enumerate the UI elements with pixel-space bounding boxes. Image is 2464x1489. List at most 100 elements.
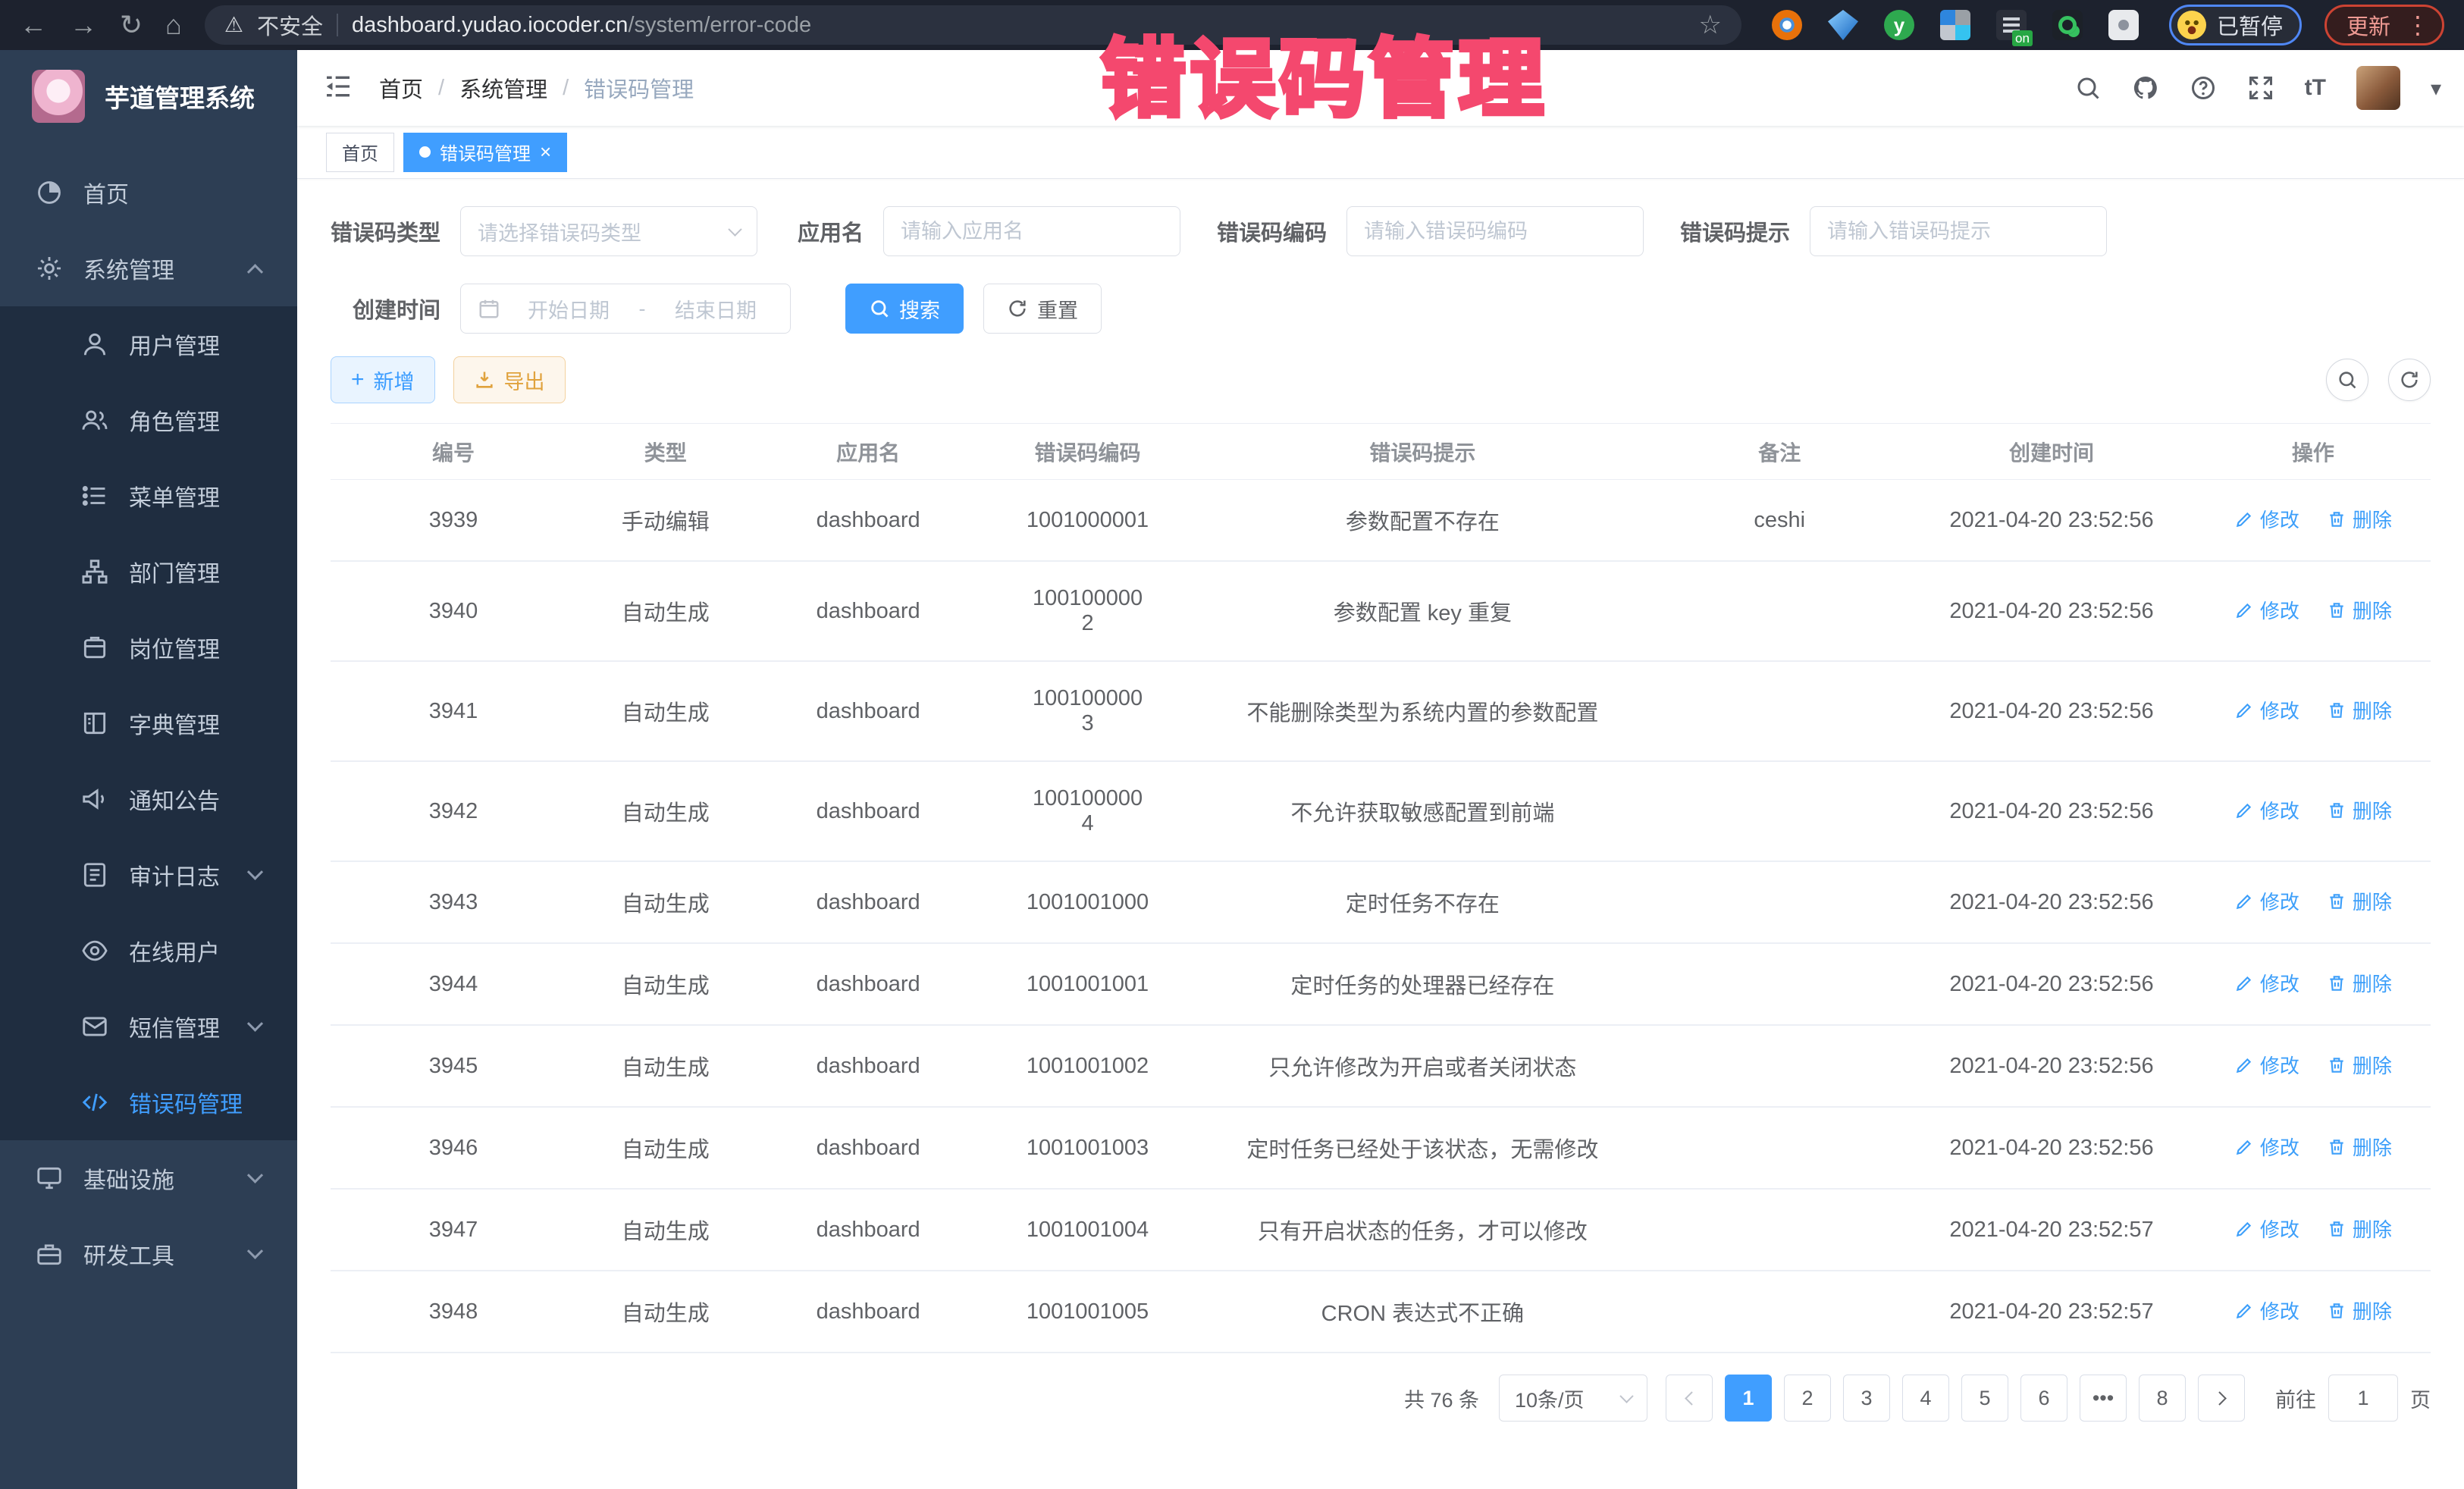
page-size-select[interactable]: 10条/页 bbox=[1499, 1375, 1647, 1422]
fullscreen-icon[interactable] bbox=[2247, 74, 2274, 102]
edit-link[interactable]: 修改 bbox=[2234, 1133, 2299, 1161]
refresh-table-button[interactable] bbox=[2388, 359, 2431, 401]
close-icon[interactable] bbox=[540, 140, 551, 164]
github-icon[interactable] bbox=[2132, 74, 2159, 102]
dark-on-extension-icon[interactable] bbox=[1996, 10, 2027, 40]
browser-update-button[interactable]: 更新 bbox=[2324, 5, 2444, 45]
sidebar-item-sms-mgmt[interactable]: 短信管理 bbox=[0, 989, 297, 1064]
address-bar[interactable]: 不安全 dashboard.yudao.iocoder.cn/system/er… bbox=[205, 5, 1741, 45]
cell-id: 3948 bbox=[331, 1271, 576, 1353]
edit-link[interactable]: 修改 bbox=[2234, 1051, 2299, 1079]
sidebar-item-infrastructure[interactable]: 基础设施 bbox=[0, 1140, 297, 1216]
delete-link[interactable]: 删除 bbox=[2327, 796, 2392, 824]
sidebar-item-dict-mgmt[interactable]: 字典管理 bbox=[0, 685, 297, 761]
home-icon[interactable] bbox=[165, 11, 182, 39]
hamburger-icon[interactable] bbox=[297, 71, 379, 105]
delete-link[interactable]: 删除 bbox=[2327, 1133, 2392, 1161]
edit-link[interactable]: 修改 bbox=[2234, 696, 2299, 724]
delete-link[interactable]: 删除 bbox=[2327, 887, 2392, 915]
page-button-active[interactable]: 1 bbox=[1725, 1375, 1772, 1422]
back-icon[interactable] bbox=[20, 11, 47, 39]
sidebar-item-user-mgmt[interactable]: 用户管理 bbox=[0, 306, 297, 382]
page-button[interactable]: 3 bbox=[1843, 1375, 1890, 1422]
page-button[interactable]: 6 bbox=[2020, 1375, 2067, 1422]
error-type-select[interactable]: 请选择错误码类型 bbox=[460, 206, 757, 256]
sidebar-item-error-code-mgmt[interactable]: 错误码管理 bbox=[0, 1064, 297, 1140]
puzzle-extension-icon[interactable] bbox=[2108, 10, 2139, 40]
breadcrumb-home[interactable]: 首页 bbox=[379, 72, 423, 104]
error-msg-input[interactable] bbox=[1810, 206, 2107, 256]
cell-type: 自动生成 bbox=[576, 943, 754, 1025]
trash-icon bbox=[2327, 701, 2346, 720]
edit-link[interactable]: 修改 bbox=[2234, 969, 2299, 997]
pencil-icon bbox=[2234, 973, 2254, 993]
delete-link[interactable]: 删除 bbox=[2327, 505, 2392, 533]
edit-link[interactable]: 修改 bbox=[2234, 1215, 2299, 1243]
page-button[interactable]: 4 bbox=[1902, 1375, 1949, 1422]
tag-home[interactable]: 首页 bbox=[326, 133, 394, 172]
trash-icon bbox=[2327, 1219, 2346, 1239]
app-name-input[interactable] bbox=[883, 206, 1180, 256]
app-logo[interactable]: 芋道管理系统 bbox=[0, 50, 297, 139]
sidebar-item-dept-mgmt[interactable]: 部门管理 bbox=[0, 534, 297, 610]
search-icon[interactable] bbox=[2074, 74, 2102, 102]
bookmark-star-icon[interactable] bbox=[1698, 10, 1721, 40]
grid-extension-icon[interactable] bbox=[1940, 10, 1970, 40]
edit-link[interactable]: 修改 bbox=[2234, 596, 2299, 624]
page-button[interactable]: 8 bbox=[2139, 1375, 2186, 1422]
delete-link[interactable]: 删除 bbox=[2327, 1215, 2392, 1243]
search-button[interactable]: 搜索 bbox=[845, 284, 964, 334]
sidebar-item-notice[interactable]: 通知公告 bbox=[0, 761, 297, 837]
help-icon[interactable] bbox=[2190, 74, 2217, 102]
edit-link[interactable]: 修改 bbox=[2234, 796, 2299, 824]
page-ellipsis-button[interactable]: ••• bbox=[2080, 1375, 2127, 1422]
error-code-table: 编号类型应用名错误码编码错误码提示备注创建时间操作 3939 手动编辑 dash… bbox=[331, 423, 2431, 1353]
delete-link[interactable]: 删除 bbox=[2327, 1051, 2392, 1079]
toggle-search-button[interactable] bbox=[2326, 359, 2368, 401]
sidebar-item-home[interactable]: 首页 bbox=[0, 155, 297, 230]
page-button[interactable]: 5 bbox=[1961, 1375, 2008, 1422]
tag-error-code[interactable]: 错误码管理 bbox=[403, 133, 567, 172]
page-button[interactable]: 2 bbox=[1784, 1375, 1831, 1422]
sidebar-item-online-user[interactable]: 在线用户 bbox=[0, 913, 297, 989]
error-code-input[interactable] bbox=[1346, 206, 1644, 256]
user-avatar[interactable] bbox=[2356, 66, 2400, 110]
cell-actions: 修改 删除 bbox=[2196, 561, 2431, 661]
delete-link[interactable]: 删除 bbox=[2327, 1296, 2392, 1324]
cell-message: 参数配置不存在 bbox=[1193, 480, 1651, 562]
edit-link[interactable]: 修改 bbox=[2234, 1296, 2299, 1324]
forward-icon[interactable] bbox=[70, 11, 97, 39]
cell-actions: 修改 删除 bbox=[2196, 861, 2431, 943]
breadcrumb-system[interactable]: 系统管理 bbox=[459, 72, 547, 104]
goto-page-input[interactable] bbox=[2328, 1375, 2398, 1422]
cell-actions: 修改 删除 bbox=[2196, 480, 2431, 562]
green-y-extension-icon[interactable] bbox=[1884, 10, 1914, 40]
add-button[interactable]: + 新增 bbox=[331, 356, 435, 403]
next-page-button[interactable] bbox=[2198, 1375, 2245, 1422]
prev-page-button[interactable] bbox=[1666, 1375, 1713, 1422]
edit-link[interactable]: 修改 bbox=[2234, 887, 2299, 915]
sidebar-item-menu-mgmt[interactable]: 菜单管理 bbox=[0, 458, 297, 534]
sidebar-item-role-mgmt[interactable]: 角色管理 bbox=[0, 382, 297, 458]
font-size-icon[interactable] bbox=[2305, 75, 2326, 101]
reload-icon[interactable] bbox=[120, 11, 143, 39]
cell-id: 3942 bbox=[331, 761, 576, 861]
gem-extension-icon[interactable] bbox=[1828, 10, 1858, 40]
delete-link[interactable]: 删除 bbox=[2327, 596, 2392, 624]
date-range-picker[interactable]: 开始日期 - 结束日期 bbox=[460, 284, 791, 334]
profile-badge[interactable]: 已暂停 bbox=[2169, 5, 2302, 45]
sidebar-item-audit-log[interactable]: 审计日志 bbox=[0, 837, 297, 913]
delete-link[interactable]: 删除 bbox=[2327, 969, 2392, 997]
sidebar-item-post-mgmt[interactable]: 岗位管理 bbox=[0, 610, 297, 685]
key-extension-icon[interactable] bbox=[2052, 10, 2083, 40]
export-button[interactable]: 导出 bbox=[453, 356, 566, 403]
sidebar-item-system-mgmt[interactable]: 系统管理 bbox=[0, 230, 297, 306]
pencil-icon bbox=[2234, 801, 2254, 820]
browser-menu-icon[interactable] bbox=[2406, 11, 2430, 39]
sidebar-item-dev-tools[interactable]: 研发工具 bbox=[0, 1216, 297, 1292]
delete-link[interactable]: 删除 bbox=[2327, 696, 2392, 724]
reset-button[interactable]: 重置 bbox=[983, 284, 1102, 334]
caret-down-icon[interactable] bbox=[2431, 76, 2441, 101]
edit-link[interactable]: 修改 bbox=[2234, 505, 2299, 533]
orange-circle-extension-icon[interactable] bbox=[1772, 10, 1802, 40]
